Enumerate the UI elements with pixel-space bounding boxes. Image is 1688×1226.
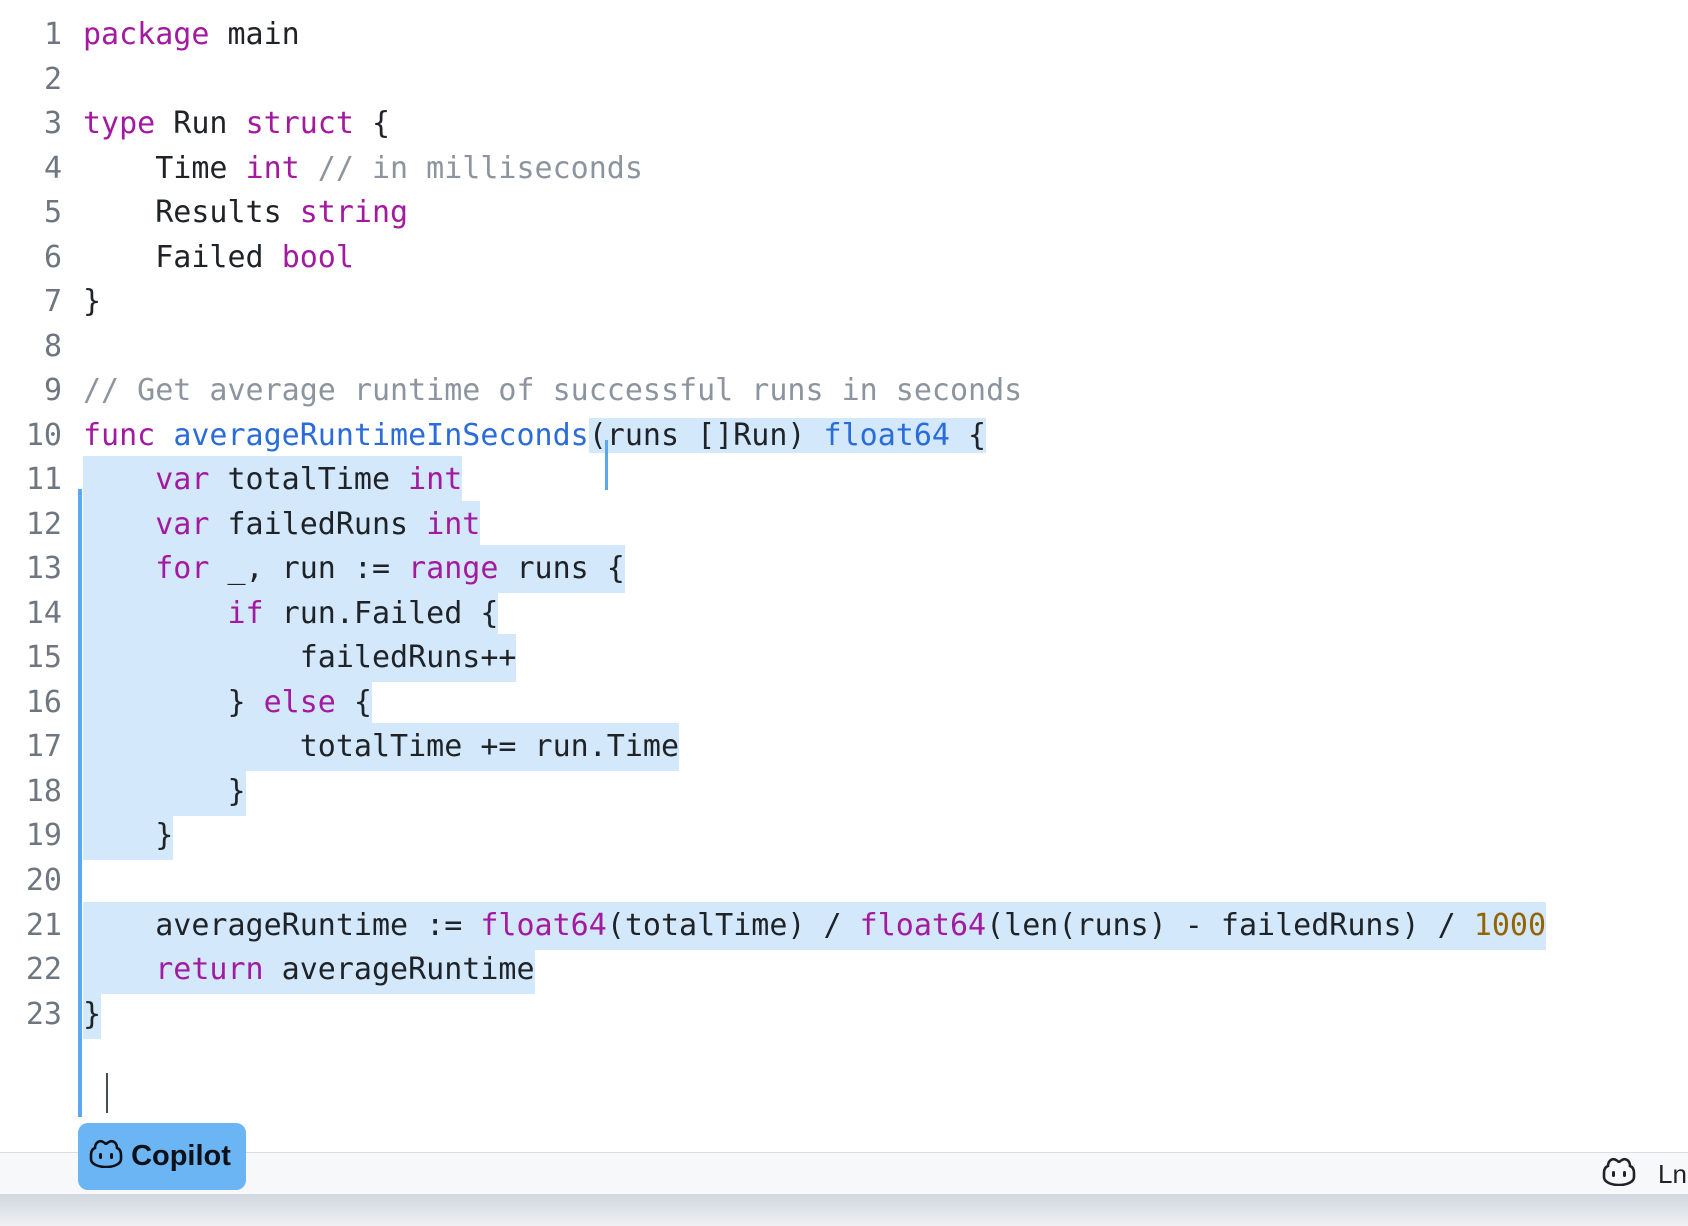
copilot-icon (89, 1138, 123, 1176)
line-number: 5 (43, 195, 62, 230)
code-line: 11 var totalTime int (0, 456, 1688, 504)
code-line: 18 } (0, 768, 1688, 816)
line-number: 18 (25, 774, 62, 809)
code-line: 14 if run.Failed { (0, 590, 1688, 638)
code-text: } (83, 768, 246, 816)
line-number: 13 (25, 551, 62, 586)
code-text: Results string (83, 195, 409, 230)
code-line: 20 (0, 857, 1688, 905)
code-line: 3 type Run struct { (0, 100, 1688, 148)
line-number: 1 (43, 17, 62, 52)
copilot-button-label: Copilot (131, 1140, 231, 1172)
line-number: 15 (25, 640, 62, 675)
line-number: 11 (25, 462, 62, 497)
code-text: Time int // in milliseconds (83, 151, 643, 186)
cursor-position[interactable]: Ln (1658, 1159, 1688, 1190)
status-bar-shadow (0, 1194, 1688, 1226)
code-line: 1 package main (0, 11, 1688, 59)
code-line: 2 (0, 56, 1688, 104)
line-number: 4 (43, 151, 62, 186)
code-line: 21 averageRuntime := float64(totalTime) … (0, 902, 1688, 950)
line-number: 20 (25, 863, 62, 898)
line-number: 8 (43, 329, 62, 364)
line-number: 14 (25, 596, 62, 631)
code-line: 10 func averageRuntimeInSeconds(runs []R… (0, 412, 1688, 460)
code-text: if run.Failed { (83, 590, 499, 638)
code-line: 5 Results string (0, 189, 1688, 237)
code-text: return averageRuntime (83, 946, 535, 994)
line-number: 3 (43, 106, 62, 141)
code-line: 8 (0, 323, 1688, 371)
code-text: } (83, 812, 174, 860)
code-line: 22 return averageRuntime (0, 946, 1688, 994)
code-text: var totalTime int (83, 456, 463, 504)
code-editor[interactable]: 1 package main 2 3 type Run struct { 4 T… (0, 0, 1688, 1150)
code-line: 17 totalTime += run.Time (0, 723, 1688, 771)
code-text: package main (83, 17, 300, 52)
status-bar (0, 1152, 1688, 1195)
code-line: 12 var failedRuns int (0, 501, 1688, 549)
code-line: 23 } (0, 991, 1688, 1039)
code-text: for _, run := range runs { (83, 545, 625, 593)
text-caret (106, 1073, 108, 1113)
code-text: averageRuntime := float64(totalTime) / f… (83, 902, 1547, 950)
code-line: 16 } else { (0, 679, 1688, 727)
code-line: 9 // Get average runtime of successful r… (0, 367, 1688, 415)
line-number: 21 (25, 908, 62, 943)
code-line: 13 for _, run := range runs { (0, 545, 1688, 593)
line-number: 7 (43, 284, 62, 319)
code-text: } else { (83, 679, 372, 727)
copilot-button[interactable]: Copilot (78, 1123, 246, 1190)
line-number: 10 (25, 418, 62, 453)
code-line: 4 Time int // in milliseconds (0, 145, 1688, 193)
code-text: var failedRuns int (83, 501, 481, 549)
status-bar-right: Ln (1602, 1150, 1688, 1198)
code-text: } (83, 991, 102, 1039)
line-number: 23 (25, 997, 62, 1032)
code-line: 7 } (0, 278, 1688, 326)
line-number: 22 (25, 952, 62, 987)
code-text: type Run struct { (83, 106, 391, 141)
line-number: 6 (43, 240, 62, 275)
line-number: 2 (43, 62, 62, 97)
line-number: 16 (25, 685, 62, 720)
code-line: 19 } (0, 812, 1688, 860)
selection-start-marker (605, 440, 608, 490)
code-text: } (83, 284, 102, 319)
code-line: 6 Failed bool (0, 234, 1688, 282)
code-text: func averageRuntimeInSeconds(runs []Run)… (83, 418, 987, 453)
code-line: 15 failedRuns++ (0, 634, 1688, 682)
copilot-icon[interactable] (1602, 1156, 1636, 1193)
code-text: // Get average runtime of successful run… (83, 373, 1023, 408)
line-number: 9 (43, 373, 62, 408)
selection-bar (78, 489, 82, 1117)
code-text: failedRuns++ (83, 634, 517, 682)
line-number: 17 (25, 729, 62, 764)
line-number: 12 (25, 507, 62, 542)
line-number: 19 (25, 818, 62, 853)
code-text: totalTime += run.Time (83, 723, 680, 771)
code-text: Failed bool (83, 240, 354, 275)
